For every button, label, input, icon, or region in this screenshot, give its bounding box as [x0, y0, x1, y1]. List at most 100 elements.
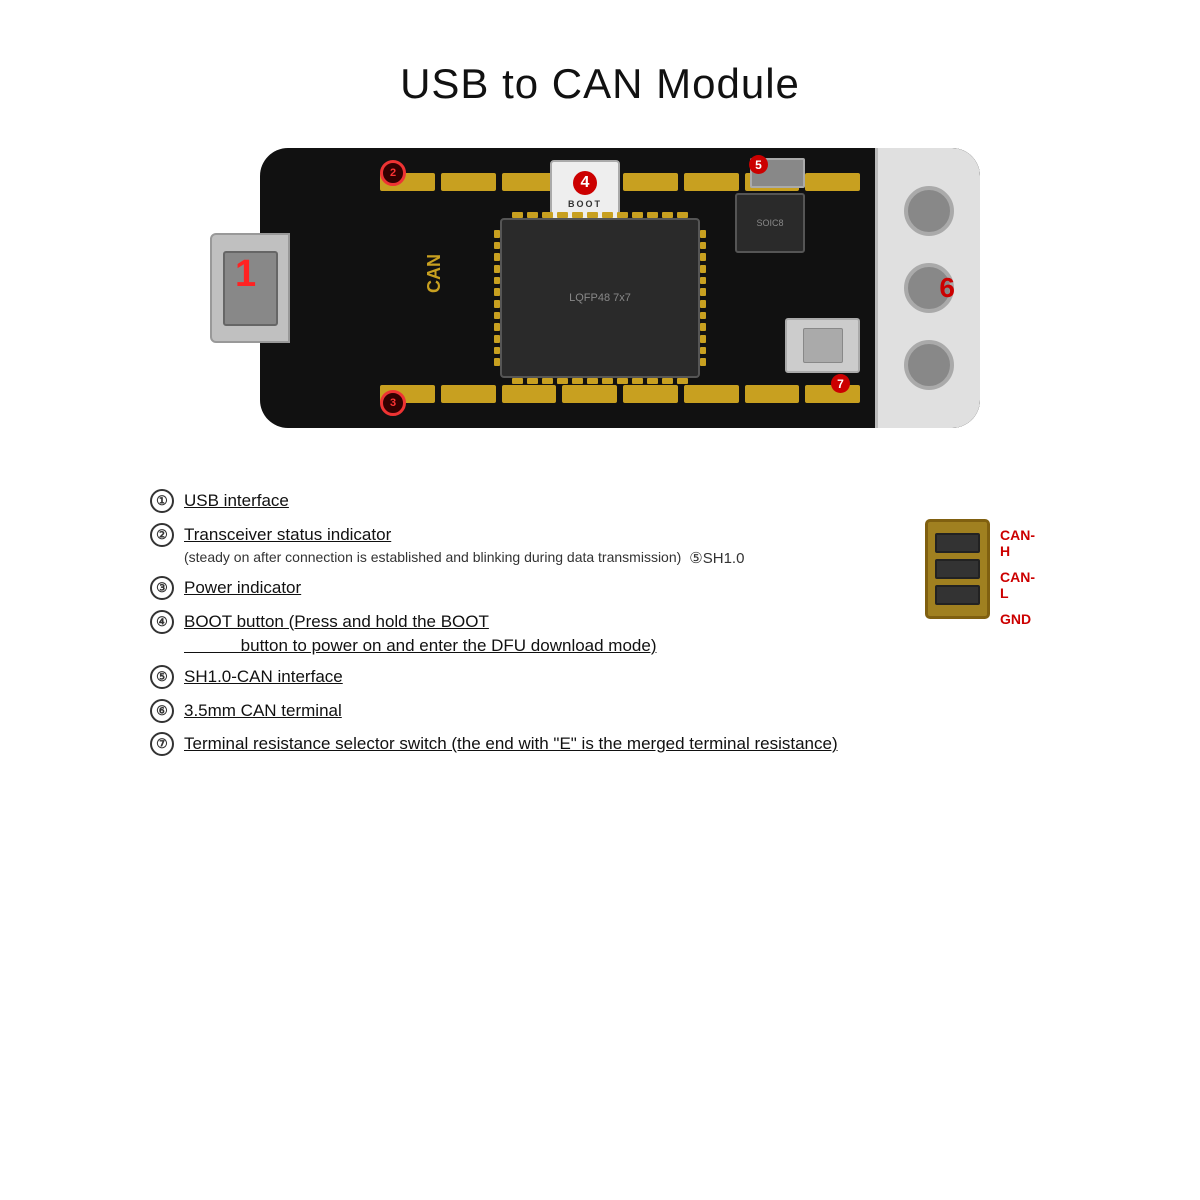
desc-num-5: ⑤ [150, 665, 174, 689]
label-1: 1 [235, 253, 256, 296]
desc-num-1: ① [150, 489, 174, 513]
pad [562, 385, 617, 403]
description-list: ① USB interface ② Transceiver status ind… [150, 488, 1050, 765]
desc-item-2: ② Transceiver status indicator [150, 522, 1050, 548]
connector-pin-1 [935, 533, 980, 553]
pad [684, 173, 739, 191]
pin [512, 378, 523, 384]
pin [617, 378, 628, 384]
pin [542, 378, 553, 384]
pin [700, 288, 706, 296]
pad [684, 385, 739, 403]
pin [617, 212, 628, 218]
pcb-board: CAN 2 3 [260, 148, 980, 428]
desc-text-1: USB interface [184, 488, 1050, 514]
pin [542, 212, 553, 218]
pin [587, 378, 598, 384]
pin [572, 378, 583, 384]
pin [700, 312, 706, 320]
desc-item-7: ⑦ Terminal resistance selector switch (t… [150, 731, 1050, 757]
led-label-2: 2 [390, 167, 396, 179]
pin [700, 242, 706, 250]
connector-labels: CAN-H CAN-L GND [1000, 527, 1035, 627]
soic8-chip: SOIC8 [735, 193, 805, 253]
pin [632, 378, 643, 384]
pin [647, 212, 658, 218]
pcb-diagram: CAN 2 3 [220, 148, 980, 428]
pad [502, 385, 557, 403]
pin [572, 212, 583, 218]
desc-num-7: ⑦ [150, 732, 174, 756]
connector-body [925, 519, 990, 619]
pin [700, 335, 706, 343]
label-6: 6 [939, 272, 955, 304]
pin [632, 212, 643, 218]
label-5: 5 [749, 155, 768, 174]
pin [494, 242, 500, 250]
pad [745, 385, 800, 403]
pin [700, 253, 706, 261]
sh10-ref: ⑤SH1.0 [689, 549, 744, 567]
pin [494, 253, 500, 261]
desc-num-6: ⑥ [150, 699, 174, 723]
desc-text-2: Transceiver status indicator [184, 522, 1050, 548]
desc-num-3: ③ [150, 576, 174, 600]
label-7: 7 [831, 374, 850, 393]
pin [647, 378, 658, 384]
pin [527, 212, 538, 218]
connector-pin-2 [935, 559, 980, 579]
terminal-connector [875, 148, 980, 428]
switch-inner [803, 328, 843, 363]
desc-text-3: Power indicator [184, 575, 1050, 601]
desc-item-6: ⑥ 3.5mm CAN terminal [150, 698, 1050, 724]
boot-text: BOOT [568, 199, 602, 209]
boot-button: 4 BOOT [550, 160, 620, 220]
pin [587, 212, 598, 218]
desc-block-4: ④ BOOT button (Press and hold the BOOT b… [150, 609, 1050, 657]
led-2: 2 [380, 160, 406, 186]
desc-text-6: 3.5mm CAN terminal [184, 698, 1050, 724]
pad [805, 173, 860, 191]
terminal-hole-1 [904, 186, 954, 236]
can-l-label: CAN-L [1000, 569, 1035, 601]
desc-text-4: BOOT button (Press and hold the BOOT [184, 609, 1050, 635]
pin [512, 212, 523, 218]
pin [602, 378, 613, 384]
desc-num-2: ② [150, 523, 174, 547]
pin [494, 265, 500, 273]
pin [527, 378, 538, 384]
soic8-label: SOIC8 [756, 218, 783, 228]
chip-pins-right [700, 230, 706, 366]
chip-pins-left [494, 230, 500, 366]
pin [557, 212, 568, 218]
desc-item-3: ③ Power indicator [150, 575, 1050, 601]
desc-item-4: ④ BOOT button (Press and hold the BOOT [150, 609, 1050, 635]
pad [441, 385, 496, 403]
pad [623, 385, 678, 403]
gnd-label: GND [1000, 611, 1035, 627]
desc-sub-2: (steady on after connection is establish… [184, 549, 681, 567]
pin [557, 378, 568, 384]
pin [494, 335, 500, 343]
pin [494, 312, 500, 320]
pad [502, 173, 557, 191]
chip-pins-top [512, 212, 688, 218]
pin [494, 323, 500, 331]
switch-7 [785, 318, 860, 373]
desc-sub-4: button to power on and enter the DFU dow… [184, 636, 1050, 656]
pin [494, 230, 500, 238]
pin [677, 378, 688, 384]
pin [662, 212, 673, 218]
pads-bottom [380, 385, 860, 403]
pad [441, 173, 496, 191]
pin [494, 288, 500, 296]
connector-pin-3 [935, 585, 980, 605]
pin [700, 323, 706, 331]
led-label-3: 3 [390, 397, 396, 409]
terminal-hole-3 [904, 340, 954, 390]
pin [677, 212, 688, 218]
chip-pins-bottom [512, 378, 688, 384]
led-3: 3 [380, 390, 406, 416]
desc-item-5: ⑤ SH1.0-CAN interface [150, 664, 1050, 690]
pin [494, 347, 500, 355]
